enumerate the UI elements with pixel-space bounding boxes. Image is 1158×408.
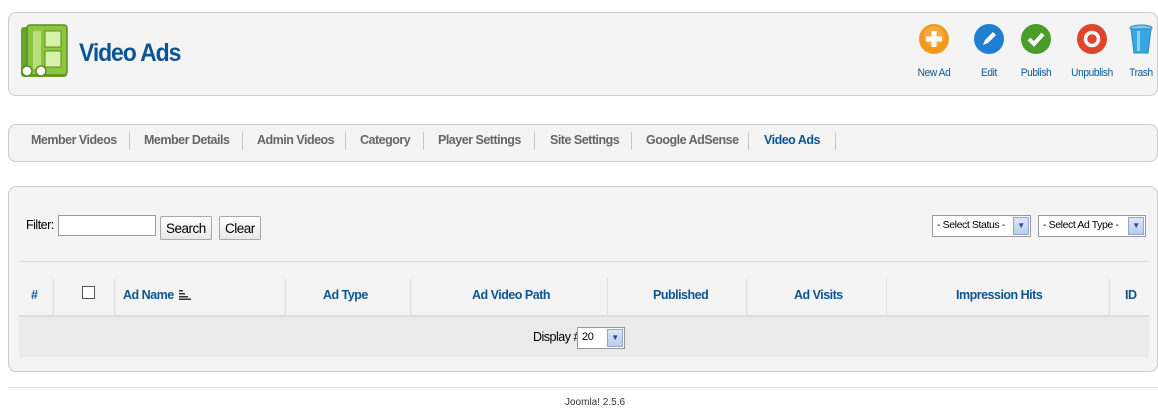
column-separator bbox=[410, 278, 411, 316]
column-ad-type: Ad Type bbox=[323, 288, 368, 302]
column-separator bbox=[285, 278, 286, 316]
footer-version: Joomla! 2.5.6 bbox=[565, 397, 626, 408]
trash-label: Trash bbox=[1129, 67, 1153, 79]
ad-type-select-value: - Select Ad Type - bbox=[1043, 219, 1119, 231]
tab-google-adsense[interactable]: Google AdSense bbox=[646, 133, 739, 147]
tab-separator bbox=[534, 132, 535, 150]
edit-button[interactable]: Edit bbox=[969, 23, 1009, 79]
chevron-down-icon: ▼ bbox=[1013, 217, 1029, 235]
page-title: Video Ads bbox=[79, 39, 181, 67]
plus-circle-icon bbox=[919, 24, 949, 54]
film-strip-icon bbox=[21, 24, 68, 77]
new-ad-label: New Ad bbox=[917, 67, 951, 79]
filter-label: Filter: bbox=[26, 218, 54, 232]
display-count-select[interactable]: 20 ▼ bbox=[577, 327, 625, 349]
tab-separator bbox=[242, 132, 243, 150]
status-select[interactable]: - Select Status - ▼ bbox=[932, 215, 1031, 237]
ads-table: # Ad Name Ad Type Ad Video Path Publishe… bbox=[19, 261, 1149, 357]
tab-bar: Member Videos Member Details Admin Video… bbox=[8, 124, 1158, 162]
column-separator bbox=[886, 278, 887, 316]
column-separator bbox=[607, 278, 608, 316]
column-number: # bbox=[31, 288, 38, 302]
chevron-down-icon: ▼ bbox=[607, 329, 623, 347]
footer-divider bbox=[8, 387, 1158, 388]
ad-type-select[interactable]: - Select Ad Type - ▼ bbox=[1038, 215, 1146, 237]
tab-video-ads[interactable]: Video Ads bbox=[764, 133, 820, 147]
toolbar-panel: Video Ads New Ad Edit Publish Unpublish bbox=[8, 12, 1158, 96]
tab-category[interactable]: Category bbox=[360, 133, 411, 147]
column-impression-hits: Impression Hits bbox=[956, 288, 1043, 302]
column-separator bbox=[53, 278, 54, 316]
status-select-value: - Select Status - bbox=[937, 219, 1005, 231]
column-separator bbox=[1109, 278, 1110, 316]
pencil-circle-icon bbox=[974, 24, 1004, 54]
tab-player-settings[interactable]: Player Settings bbox=[438, 133, 521, 147]
select-all-checkbox[interactable] bbox=[82, 286, 95, 299]
edit-label: Edit bbox=[981, 67, 997, 79]
trash-icon bbox=[1129, 24, 1153, 54]
column-separator bbox=[746, 278, 747, 316]
display-label: Display # bbox=[533, 330, 580, 344]
new-ad-button[interactable]: New Ad bbox=[911, 23, 957, 79]
unpublish-label: Unpublish bbox=[1071, 67, 1113, 79]
tab-separator bbox=[748, 132, 749, 150]
clear-button[interactable]: Clear bbox=[219, 216, 261, 240]
publish-label: Publish bbox=[1020, 67, 1052, 79]
tab-site-settings[interactable]: Site Settings bbox=[550, 133, 620, 147]
column-id: ID bbox=[1125, 288, 1137, 302]
tab-admin-videos[interactable]: Admin Videos bbox=[257, 133, 335, 147]
publish-button[interactable]: Publish bbox=[1013, 23, 1059, 79]
check-circle-icon bbox=[1021, 24, 1051, 54]
tab-member-details[interactable]: Member Details bbox=[144, 133, 230, 147]
column-ad-video-path: Ad Video Path bbox=[472, 288, 551, 302]
unpublish-button[interactable]: Unpublish bbox=[1063, 23, 1121, 79]
column-ad-name[interactable]: Ad Name bbox=[123, 288, 191, 302]
trash-button[interactable]: Trash bbox=[1123, 23, 1158, 79]
tab-member-videos[interactable]: Member Videos bbox=[31, 133, 117, 147]
column-ad-visits: Ad Visits bbox=[794, 288, 843, 302]
table-footer: Display # 20 ▼ bbox=[19, 317, 1149, 357]
tab-separator bbox=[631, 132, 632, 150]
column-separator bbox=[114, 278, 115, 316]
tab-separator bbox=[129, 132, 130, 150]
sort-icon bbox=[178, 290, 191, 300]
filter-input[interactable] bbox=[58, 215, 156, 236]
tab-separator bbox=[345, 132, 346, 150]
list-panel: Filter: Search Clear - Select Status - ▼… bbox=[8, 186, 1158, 372]
tab-separator bbox=[835, 132, 836, 150]
table-header: # Ad Name Ad Type Ad Video Path Publishe… bbox=[19, 261, 1149, 317]
ad-name-header-label: Ad Name bbox=[123, 288, 174, 302]
tab-separator bbox=[423, 132, 424, 150]
search-button[interactable]: Search bbox=[160, 216, 212, 240]
column-published: Published bbox=[653, 288, 709, 302]
display-count-value: 20 bbox=[582, 331, 594, 343]
stop-circle-icon bbox=[1077, 24, 1107, 54]
chevron-down-icon: ▼ bbox=[1128, 217, 1144, 235]
